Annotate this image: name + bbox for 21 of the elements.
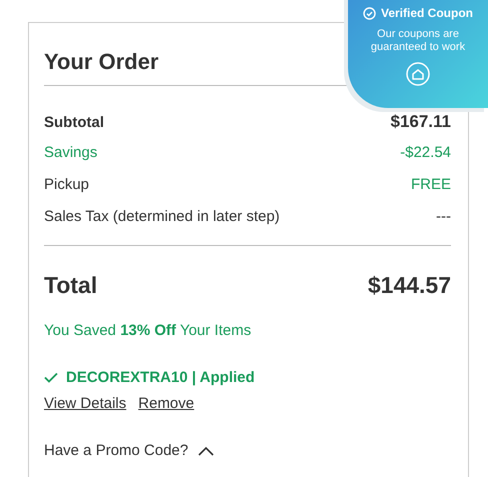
promo-label[interactable]: Have a Promo Code? (44, 442, 188, 459)
text-link[interactable]: View Details (44, 395, 126, 412)
line-label: Savings (44, 144, 98, 161)
line-value: $167.11 (390, 112, 451, 132)
coupon-code: DECOREXTRA10 | Applied (66, 369, 255, 386)
caret-icon[interactable] (198, 446, 214, 456)
savings-message: You Saved 13% Off Your Items (44, 322, 252, 339)
line-label: Pickup (44, 176, 90, 193)
badge-title: Verified Coupon (380, 6, 473, 20)
total-label: Total (44, 272, 98, 299)
line-label: Sales Tax (determined in later step) (44, 208, 280, 225)
text-link[interactable]: Remove (138, 395, 194, 412)
verified-icon (362, 6, 376, 20)
total-value: $144.57 (368, 272, 451, 299)
line-label: Subtotal (44, 114, 104, 131)
line-value: FREE (410, 176, 451, 193)
badge-text: Our coupons are guaranteed to work (370, 28, 466, 54)
line-value: --- (436, 208, 451, 225)
house-icon (406, 62, 430, 86)
order-title: Your Order (44, 49, 159, 76)
line-value: -$22.54 (400, 144, 451, 161)
